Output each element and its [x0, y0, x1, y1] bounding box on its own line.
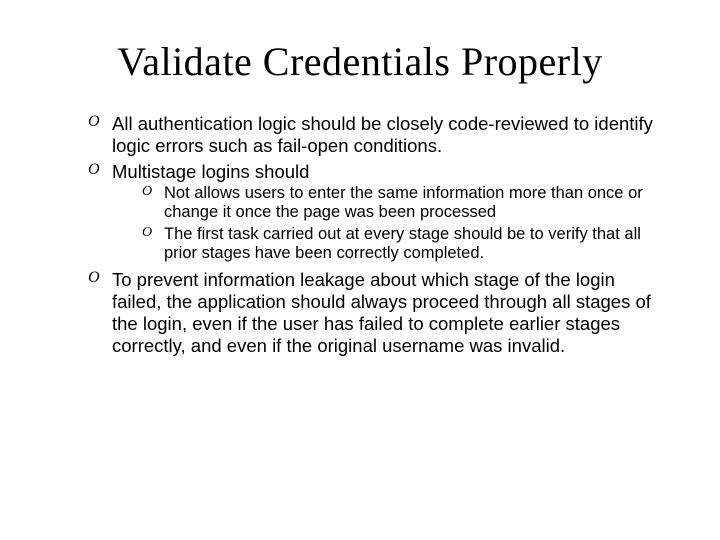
slide-title: Validate Credentials Properly: [60, 38, 660, 85]
sub-bullet-list: Not allows users to enter the same infor…: [112, 184, 660, 263]
bullet-text: To prevent information leakage about whi…: [112, 269, 651, 355]
sub-bullet-text: The first task carried out at every stag…: [164, 225, 641, 262]
bullet-list: All authentication logic should be close…: [60, 113, 660, 357]
slide: Validate Credentials Properly All authen…: [0, 0, 720, 540]
sub-bullet-item: Not allows users to enter the same infor…: [142, 184, 660, 222]
sub-bullet-item: The first task carried out at every stag…: [142, 225, 660, 263]
bullet-item: All authentication logic should be close…: [88, 113, 660, 157]
bullet-text: Multistage logins should: [112, 161, 309, 182]
bullet-text: All authentication logic should be close…: [112, 113, 653, 156]
bullet-item: To prevent information leakage about whi…: [88, 269, 660, 356]
bullet-item: Multistage logins should Not allows user…: [88, 161, 660, 264]
sub-bullet-text: Not allows users to enter the same infor…: [164, 184, 643, 221]
